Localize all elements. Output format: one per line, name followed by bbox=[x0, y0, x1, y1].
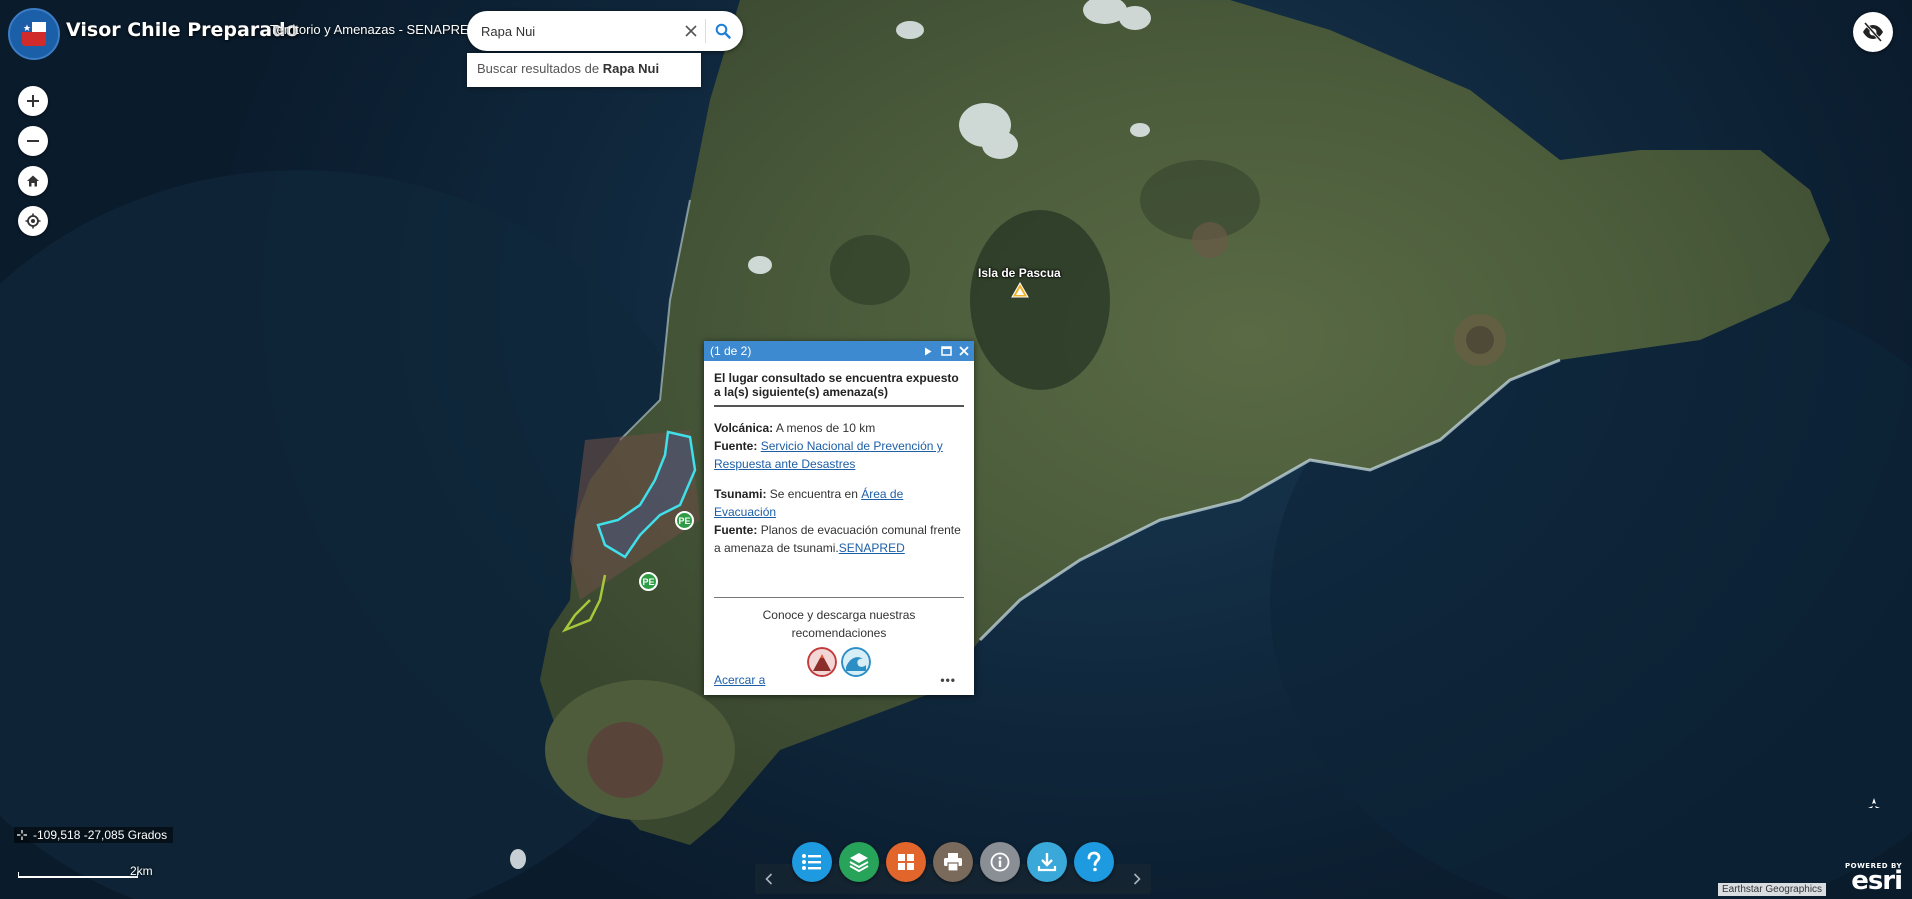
maximize-icon bbox=[940, 346, 952, 356]
volcanic-label: Volcánica: bbox=[714, 421, 774, 435]
search-box bbox=[467, 11, 743, 51]
legend-button[interactable] bbox=[792, 842, 832, 882]
app-logo bbox=[8, 8, 60, 60]
tsunami-value: Se encuentra en bbox=[769, 487, 858, 501]
info-icon bbox=[990, 852, 1010, 872]
meeting-point-marker[interactable]: PE bbox=[675, 511, 694, 530]
close-icon bbox=[685, 25, 697, 37]
crosshair-icon bbox=[25, 213, 41, 229]
popup-title: El lugar consultado se encuentra expuest… bbox=[714, 371, 964, 407]
tsunami-label: Tsunami: bbox=[714, 487, 767, 501]
close-popup-button[interactable] bbox=[956, 343, 972, 359]
senapred-link[interactable]: SENAPRED bbox=[839, 541, 905, 555]
suggestion-prefix: Buscar resultados de bbox=[477, 61, 600, 76]
recommendations-text: Conoce y descarga nuestras recomendacion… bbox=[762, 608, 916, 640]
coordinate-readout: -109,518 -27,085 Grados bbox=[14, 827, 174, 843]
search-input[interactable] bbox=[481, 20, 681, 42]
minus-icon bbox=[27, 140, 39, 142]
plus-icon bbox=[27, 95, 39, 107]
scale-label: 2km bbox=[130, 864, 153, 878]
navigation-button[interactable] bbox=[1863, 794, 1885, 816]
search-icon bbox=[715, 23, 731, 39]
app-subtitle: Territorio y Amenazas - SENAPRED bbox=[270, 22, 479, 37]
zoom-to-link[interactable]: Acercar a bbox=[714, 673, 765, 687]
divider bbox=[705, 19, 706, 43]
grid-icon bbox=[898, 854, 914, 870]
help-button[interactable] bbox=[1074, 842, 1114, 882]
print-icon bbox=[944, 853, 962, 872]
toolbar-prev-button[interactable] bbox=[759, 868, 779, 890]
help-icon bbox=[1087, 851, 1101, 872]
chile-flag-icon bbox=[22, 22, 46, 46]
source-label: Fuente: bbox=[714, 439, 758, 453]
toggle-visibility-button[interactable] bbox=[1853, 12, 1893, 52]
info-button[interactable] bbox=[980, 842, 1020, 882]
map-attribution: Earthstar Geographics bbox=[1718, 883, 1827, 896]
coordinates-text: -109,518 -27,085 Grados bbox=[33, 828, 168, 842]
clear-search-button[interactable] bbox=[680, 20, 702, 42]
home-icon bbox=[27, 175, 39, 187]
basemap-gallery-button[interactable] bbox=[886, 842, 926, 882]
layers-button[interactable] bbox=[839, 842, 879, 882]
volcanic-value: A menos de 10 km bbox=[775, 421, 876, 435]
more-options-button[interactable]: ••• bbox=[940, 673, 956, 687]
print-button[interactable] bbox=[933, 842, 973, 882]
app-title: Visor Chile Preparado bbox=[66, 19, 299, 41]
bottom-toolbar bbox=[755, 842, 1151, 894]
locate-button[interactable] bbox=[18, 206, 48, 236]
popup-counter: (1 de 2) bbox=[710, 344, 752, 358]
search-button[interactable] bbox=[710, 18, 736, 44]
list-icon bbox=[802, 854, 821, 870]
download-icon bbox=[1037, 853, 1057, 872]
eye-off-icon bbox=[1863, 22, 1883, 42]
marker-label: PE bbox=[642, 576, 655, 587]
play-icon bbox=[925, 347, 932, 355]
layers-icon bbox=[849, 853, 869, 873]
esri-logo: POWERED BY esri bbox=[1845, 862, 1903, 896]
esri-name: esri bbox=[1851, 866, 1903, 896]
volcanic-section: Volcánica: A menos de 10 km Fuente: Serv… bbox=[714, 419, 964, 473]
scale-bar bbox=[18, 872, 138, 878]
popup-header: (1 de 2) bbox=[704, 341, 974, 361]
download-button[interactable] bbox=[1027, 842, 1067, 882]
close-icon bbox=[959, 346, 969, 356]
info-popup: (1 de 2) El lugar consultado se encuentr… bbox=[704, 341, 974, 695]
next-feature-button[interactable] bbox=[920, 343, 936, 359]
toolbar-next-button[interactable] bbox=[1127, 868, 1147, 890]
maximize-button[interactable] bbox=[938, 343, 954, 359]
crosshair-icon[interactable] bbox=[16, 829, 28, 841]
search-suggestion[interactable]: Buscar resultados de Rapa Nui bbox=[467, 53, 701, 87]
compass-icon bbox=[1868, 798, 1880, 808]
chevron-left-icon bbox=[765, 873, 773, 885]
suggestion-term: Rapa Nui bbox=[602, 61, 660, 76]
chevron-right-icon bbox=[1133, 873, 1141, 885]
divider bbox=[714, 597, 964, 598]
zoom-in-button[interactable] bbox=[18, 86, 48, 116]
place-label: Isla de Pascua bbox=[978, 266, 1061, 280]
home-button[interactable] bbox=[18, 166, 48, 196]
tsunami-section: Tsunami: Se encuentra en Área de Evacuac… bbox=[714, 485, 964, 557]
marker-label: PE bbox=[678, 515, 691, 526]
source-label: Fuente: bbox=[714, 523, 758, 537]
meeting-point-marker[interactable]: PE bbox=[639, 572, 658, 591]
zoom-out-button[interactable] bbox=[18, 126, 48, 156]
